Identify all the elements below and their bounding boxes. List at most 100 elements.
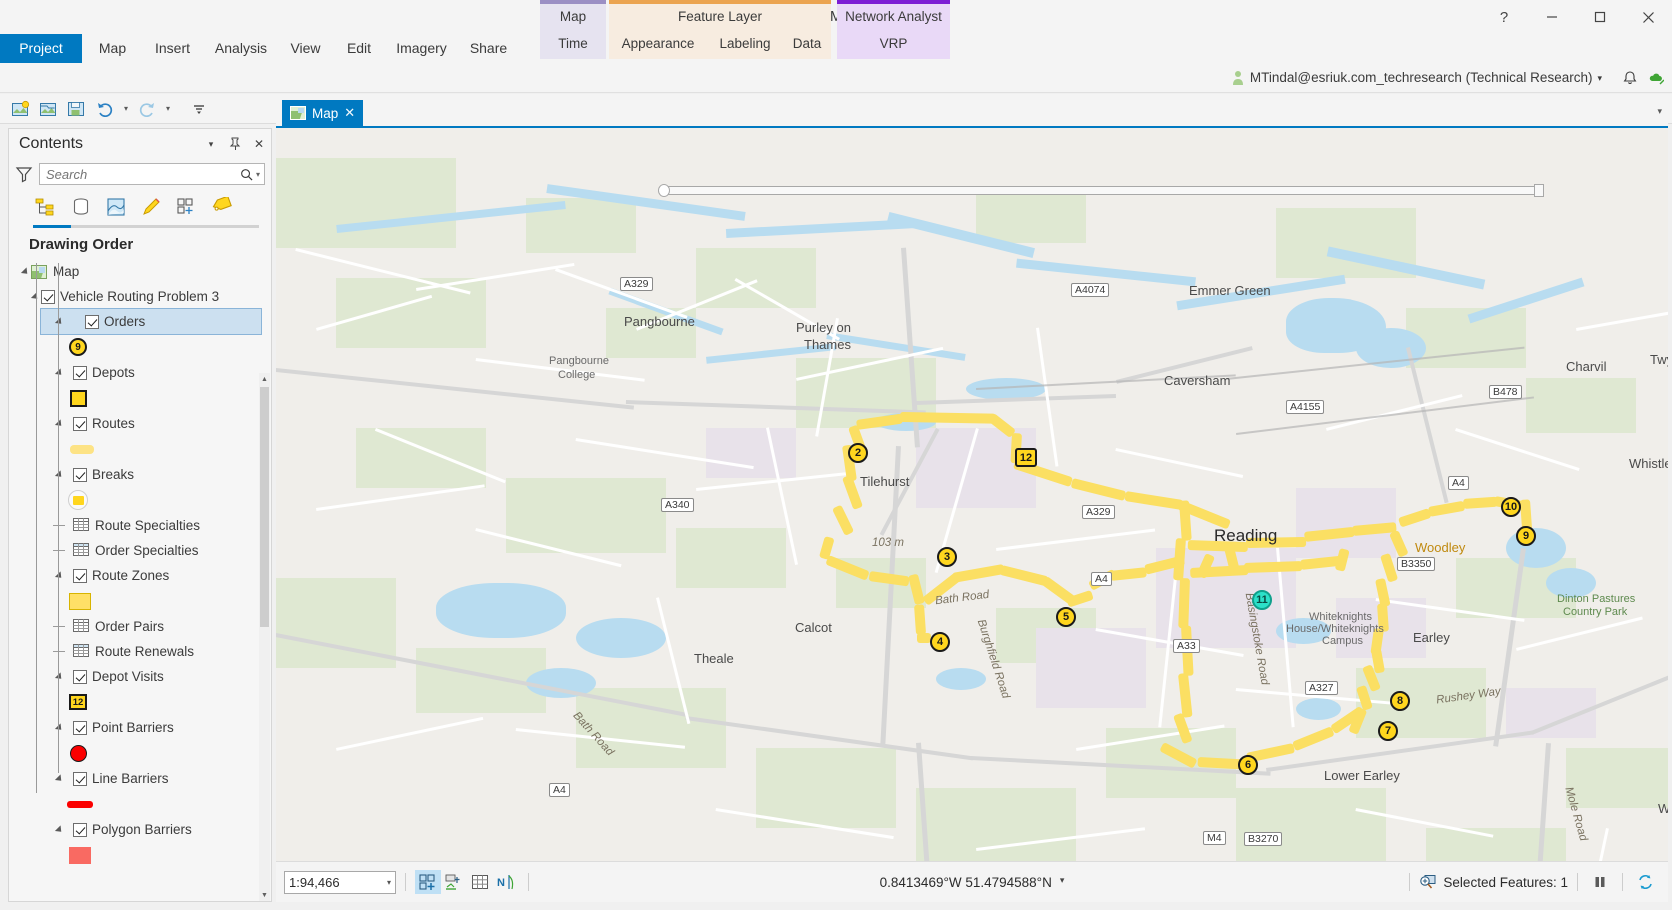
- scroll-down-icon[interactable]: ▼: [259, 889, 270, 901]
- filter-icon[interactable]: [15, 165, 33, 183]
- expander-icon[interactable]: [53, 469, 65, 481]
- tree-item-route-zones[interactable]: Route Zones: [9, 563, 271, 588]
- tab-edit[interactable]: Edit: [333, 34, 385, 63]
- tree-item-vehicle-routing-problem-3[interactable]: Vehicle Routing Problem 3: [9, 284, 271, 309]
- layer-checkbox[interactable]: [73, 365, 87, 380]
- account-caret-icon[interactable]: ▾: [1597, 63, 1602, 93]
- cloud-status-icon[interactable]: [1648, 71, 1664, 85]
- order-marker-11-selected[interactable]: 11: [1252, 590, 1272, 610]
- tab-share[interactable]: Share: [458, 34, 519, 63]
- search-box[interactable]: ▾: [39, 163, 265, 185]
- layer-checkbox[interactable]: [85, 314, 99, 329]
- layer-checkbox[interactable]: [73, 467, 87, 482]
- search-icon[interactable]: [240, 168, 253, 181]
- redo-caret-icon[interactable]: ▾: [162, 104, 174, 113]
- help-button[interactable]: ?: [1480, 0, 1528, 34]
- refresh-button[interactable]: [1632, 870, 1658, 894]
- list-by-snapping-icon[interactable]: [173, 194, 199, 220]
- expander-icon[interactable]: [19, 266, 31, 278]
- tree-item-routes[interactable]: Routes: [9, 411, 271, 436]
- expander-icon[interactable]: [53, 570, 65, 582]
- depot-visit-marker-12[interactable]: 12: [1015, 448, 1037, 467]
- list-by-editing-icon[interactable]: [138, 194, 164, 220]
- contents-scrollbar[interactable]: ▲ ▼: [259, 373, 270, 901]
- new-project-button[interactable]: [8, 97, 34, 121]
- close-icon[interactable]: ✕: [344, 105, 355, 121]
- list-by-labeling-icon[interactable]: [208, 194, 234, 220]
- contents-menu-button[interactable]: ▾: [203, 136, 219, 152]
- scrollbar-thumb[interactable]: [260, 387, 269, 627]
- tab-imagery[interactable]: Imagery: [385, 34, 458, 63]
- open-project-button[interactable]: [36, 97, 62, 121]
- tab-appearance[interactable]: Appearance: [609, 29, 707, 59]
- tab-vrp[interactable]: VRP: [837, 29, 950, 59]
- undo-button[interactable]: [92, 97, 118, 121]
- contents-close-button[interactable]: ✕: [251, 136, 267, 152]
- order-marker-8[interactable]: 8: [1390, 691, 1410, 711]
- order-marker-2[interactable]: 2: [848, 443, 868, 463]
- tab-insert[interactable]: Insert: [141, 34, 204, 63]
- tree-item-route-specialties[interactable]: Route Specialties: [9, 513, 271, 538]
- account-info[interactable]: MTindal@esriuk.com_techresearch (Technic…: [1231, 63, 1602, 93]
- map-view-tab[interactable]: Map ✕: [282, 100, 364, 126]
- order-marker-4[interactable]: 4: [930, 632, 950, 652]
- redo-button[interactable]: [134, 97, 160, 121]
- tab-data[interactable]: Data: [783, 29, 831, 59]
- list-by-drawing-order-icon[interactable]: [33, 194, 59, 220]
- tree-item-orders[interactable]: Orders: [40, 308, 262, 335]
- save-project-button[interactable]: [64, 97, 90, 121]
- layer-checkbox[interactable]: [73, 771, 87, 786]
- search-caret-icon[interactable]: ▾: [256, 170, 260, 179]
- tree-item-polygon-barriers[interactable]: Polygon Barriers: [9, 817, 271, 842]
- chevron-down-icon[interactable]: ▾: [387, 878, 391, 887]
- tree-item-depots[interactable]: Depots: [9, 360, 271, 385]
- layer-checkbox[interactable]: [73, 416, 87, 431]
- layer-checkbox[interactable]: [73, 822, 87, 837]
- layer-checkbox[interactable]: [73, 669, 87, 684]
- layer-checkbox[interactable]: [73, 568, 87, 583]
- tree-item-depot-visits[interactable]: Depot Visits: [9, 664, 271, 689]
- maximize-button[interactable]: [1576, 0, 1624, 34]
- customize-qat-button[interactable]: [186, 97, 212, 121]
- selection-tool-button[interactable]: [415, 870, 441, 894]
- grid-tool-button[interactable]: [467, 870, 493, 894]
- tab-labeling[interactable]: Labeling: [707, 29, 783, 59]
- expander-icon[interactable]: [29, 291, 41, 303]
- expander-icon[interactable]: [53, 722, 65, 734]
- expander-icon[interactable]: [53, 671, 65, 683]
- tree-item-line-barriers[interactable]: Line Barriers: [9, 766, 271, 791]
- expander-icon[interactable]: [53, 316, 65, 328]
- order-marker-5[interactable]: 5: [1056, 607, 1076, 627]
- order-marker-3[interactable]: 3: [937, 547, 957, 567]
- bell-icon[interactable]: [1622, 70, 1638, 86]
- layer-checkbox[interactable]: [73, 720, 87, 735]
- expander-icon[interactable]: [53, 418, 65, 430]
- order-marker-6[interactable]: 6: [1238, 755, 1258, 775]
- layer-checkbox[interactable]: [41, 289, 55, 304]
- pause-drawing-button[interactable]: [1587, 870, 1613, 894]
- expander-icon[interactable]: [53, 773, 65, 785]
- order-marker-10[interactable]: 10: [1501, 497, 1521, 517]
- tree-item-order-specialties[interactable]: Order Specialties: [9, 538, 271, 563]
- tab-map[interactable]: Map: [84, 34, 141, 63]
- order-marker-9[interactable]: 9: [1516, 526, 1536, 546]
- tab-time[interactable]: Time: [540, 29, 606, 59]
- tab-analysis[interactable]: Analysis: [204, 34, 278, 63]
- tree-item-route-renewals[interactable]: Route Renewals: [9, 639, 271, 664]
- search-input[interactable]: [44, 165, 240, 183]
- map-canvas[interactable]: Reading Caversham Emmer Green Purley on …: [276, 126, 1668, 902]
- tree-item-point-barriers[interactable]: Point Barriers: [9, 715, 271, 740]
- close-button[interactable]: [1624, 0, 1672, 34]
- order-marker-7[interactable]: 7: [1378, 721, 1398, 741]
- list-by-selection-icon[interactable]: [103, 194, 129, 220]
- list-by-data-source-icon[interactable]: [68, 194, 94, 220]
- map-scale-combobox[interactable]: 1:94,466 ▾: [284, 870, 396, 894]
- tree-item-breaks[interactable]: Breaks: [9, 462, 271, 487]
- expander-icon[interactable]: [53, 367, 65, 379]
- coordinates-caret-icon[interactable]: ▾: [1060, 875, 1065, 890]
- expander-icon[interactable]: [53, 824, 65, 836]
- attribute-tool-button[interactable]: [441, 870, 467, 894]
- chevron-down-icon[interactable]: ▾: [1657, 106, 1662, 117]
- undo-caret-icon[interactable]: ▾: [120, 104, 132, 113]
- tree-item-order-pairs[interactable]: Order Pairs: [9, 614, 271, 639]
